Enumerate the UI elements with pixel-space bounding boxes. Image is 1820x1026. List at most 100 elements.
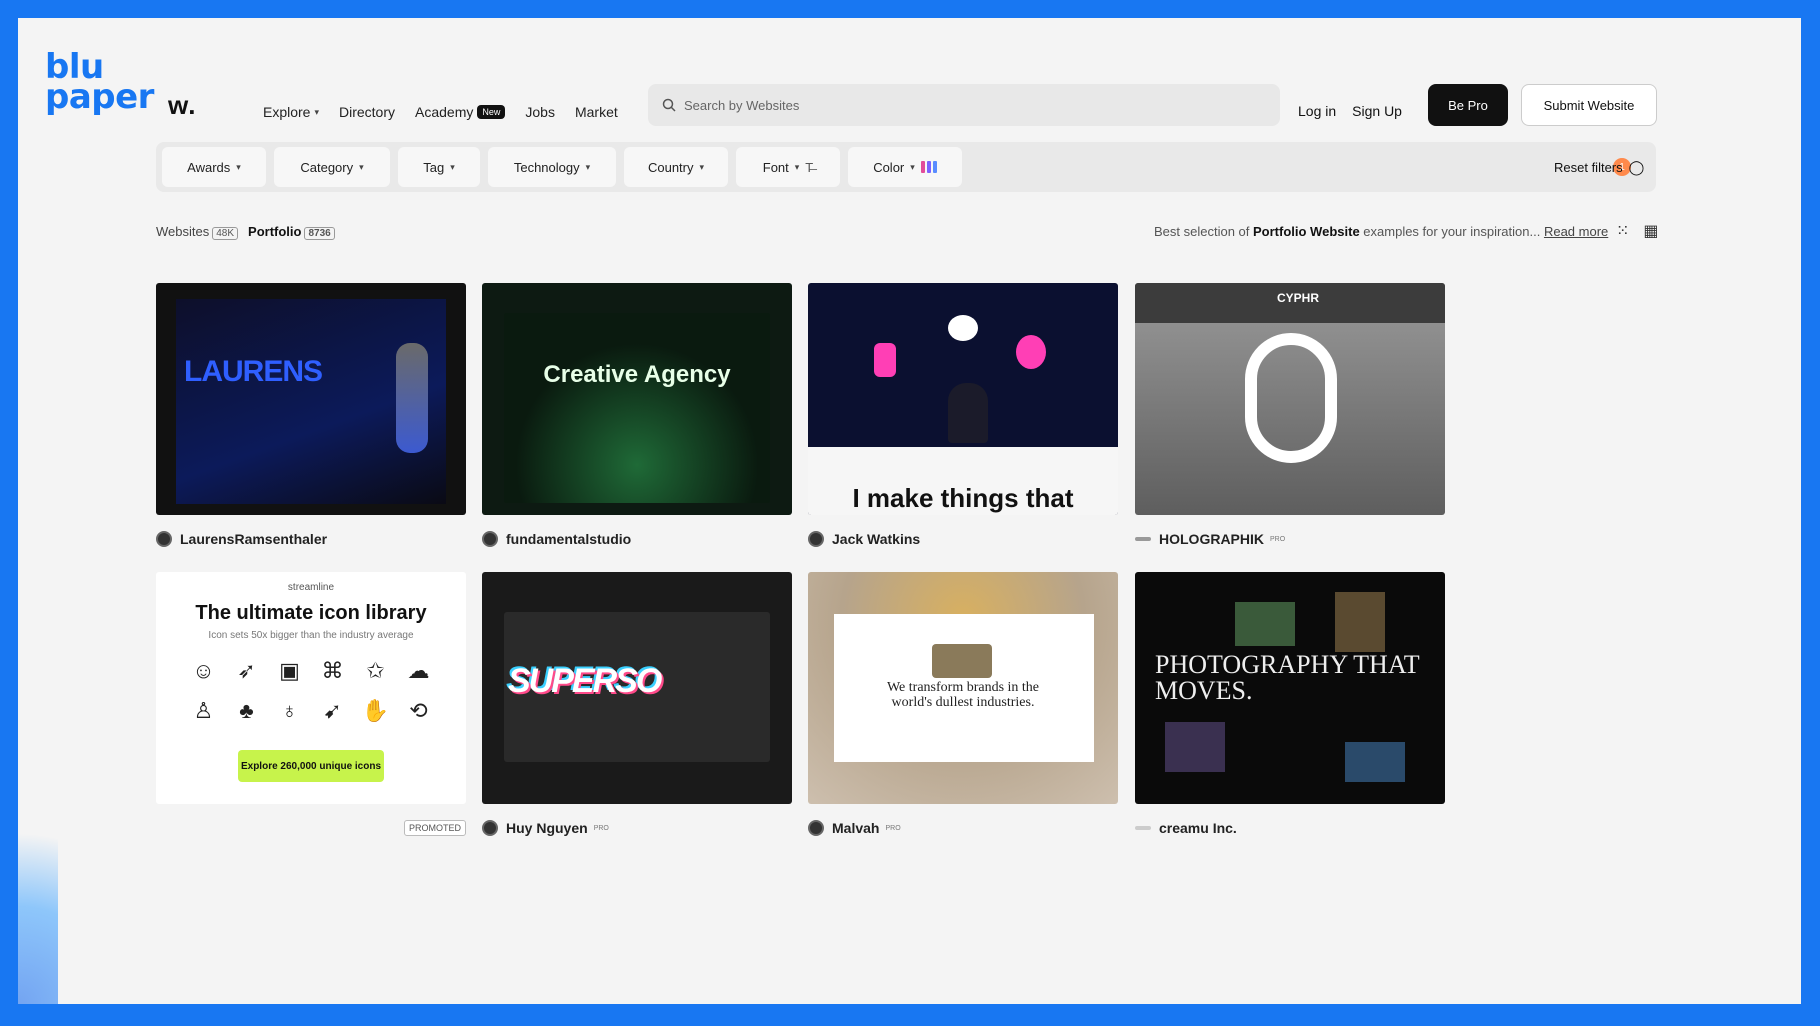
- read-more-link[interactable]: Read more: [1544, 224, 1608, 239]
- tab-portfolio[interactable]: Portfolio 8736: [248, 224, 335, 240]
- hand-icon: ✋: [361, 698, 390, 723]
- chevron-down-icon: ▾: [910, 161, 915, 172]
- card-thumbnail[interactable]: SUPERSO: [482, 572, 792, 804]
- author-name: creamu Inc.: [1159, 820, 1237, 836]
- tab-portfolio-label: Portfolio: [248, 224, 302, 239]
- avatar: [482, 531, 498, 547]
- explore-icons-button[interactable]: Explore 260,000 unique icons: [238, 750, 384, 782]
- filter-country[interactable]: Country ▾: [624, 147, 728, 187]
- card-author[interactable]: fundamentalstudio: [482, 531, 792, 547]
- thumb-title: PHOTOGRAPHY THAT MOVES.: [1155, 650, 1420, 705]
- chevron-down-icon: ▾: [699, 161, 705, 172]
- section-description: Best selection of Portfolio Website exam…: [1154, 224, 1608, 239]
- thumb-title: I make things that: [852, 483, 1074, 513]
- card-thumbnail[interactable]: I make things that: [808, 283, 1118, 515]
- card-author[interactable]: Malvah PRO: [808, 820, 1118, 836]
- browser-frame: blu paper w. Explore ▾ Directory Academy…: [18, 18, 1801, 1004]
- card-thumbnail[interactable]: Creative Agency: [482, 283, 792, 515]
- filter-awards-label: Awards: [187, 159, 231, 175]
- nav-academy[interactable]: Academy New: [415, 104, 506, 120]
- nav-market[interactable]: Market: [575, 104, 618, 120]
- filter-font[interactable]: Font ▾ T̶: [736, 147, 840, 187]
- card-thumbnail[interactable]: PHOTOGRAPHY THAT MOVES.: [1135, 572, 1445, 804]
- chevron-down-icon: ▾: [359, 161, 364, 172]
- photo-tile: [1165, 722, 1225, 772]
- chevron-down-icon: ▾: [236, 161, 241, 172]
- card-author[interactable]: Jack Watkins: [808, 531, 1118, 547]
- author-name: fundamentalstudio: [506, 531, 632, 547]
- login-link[interactable]: Log in: [1298, 103, 1336, 119]
- chat-icon: ☺: [192, 658, 215, 683]
- nav-jobs-label: Jobs: [525, 104, 555, 120]
- filter-country-label: Country: [647, 159, 694, 175]
- filter-technology[interactable]: Technology ▾: [488, 147, 616, 187]
- search-input[interactable]: [684, 97, 1244, 113]
- font-icon: T̶: [805, 159, 814, 175]
- palette-figure: [948, 315, 978, 341]
- command-icon: ⌘: [321, 658, 344, 683]
- thumb-title: SUPERSO: [508, 662, 662, 700]
- portfolio-card[interactable]: SUPERSO Huy Nguyen PRO: [482, 572, 792, 836]
- filter-awards[interactable]: Awards ▾: [162, 147, 266, 187]
- submit-website-button[interactable]: Submit Website: [1521, 84, 1657, 126]
- be-pro-button[interactable]: Be Pro: [1428, 84, 1508, 126]
- filter-tag-label: Tag: [423, 159, 445, 175]
- arrow-icon: ➹: [323, 698, 342, 723]
- nav-explore-label: Explore: [263, 104, 311, 120]
- character-figure: [396, 343, 428, 453]
- type-tabs: Websites 48K Portfolio 8736: [156, 224, 335, 240]
- nav-explore[interactable]: Explore ▾: [263, 104, 319, 120]
- blupaper-logo: blu paper: [45, 50, 154, 114]
- portfolio-card[interactable]: I make things that Jack Watkins: [808, 283, 1118, 547]
- filter-color[interactable]: Color ▾: [848, 147, 962, 187]
- filter-tag[interactable]: Tag ▾: [398, 147, 480, 187]
- portfolio-card[interactable]: CYPHR HOLOGRAPHIK PRO: [1135, 283, 1445, 547]
- author-name: LaurensRamsenthaler: [180, 531, 328, 547]
- signup-link[interactable]: Sign Up: [1352, 103, 1402, 119]
- frame-decoration: [18, 764, 58, 1004]
- card-thumbnail[interactable]: We transform brands in the world's dulle…: [808, 572, 1118, 804]
- card-author[interactable]: HOLOGRAPHIK PRO: [1135, 531, 1445, 547]
- avatar: [808, 531, 824, 547]
- card-author[interactable]: LaurensRamsenthaler: [156, 531, 466, 547]
- user-icon: ♙: [193, 698, 214, 723]
- filter-category[interactable]: Category ▾: [274, 147, 390, 187]
- promo-brand: streamline: [287, 582, 335, 593]
- grid-small-icon[interactable]: ⁙: [1616, 221, 1629, 241]
- grid-large-icon[interactable]: ▦: [1643, 221, 1658, 241]
- portfolio-card[interactable]: LAURENS LaurensRamsenthaler: [156, 283, 466, 547]
- portfolio-card[interactable]: Creative Agency fundamentalstudio: [482, 283, 792, 547]
- search-bar[interactable]: [648, 84, 1280, 126]
- card-icon: ▣: [279, 658, 300, 683]
- avatar: [156, 531, 172, 547]
- card-thumbnail[interactable]: streamline The ultimate icon library Ico…: [156, 572, 466, 804]
- desc-prefix: Best selection of: [1154, 224, 1250, 239]
- portfolio-card[interactable]: We transform brands in the world's dulle…: [808, 572, 1118, 836]
- view-toggle: ⁙ ▦: [1616, 221, 1659, 241]
- ufo-icon: ♁: [281, 698, 298, 723]
- desc-suffix: examples for your inspiration...: [1363, 224, 1541, 239]
- nav-directory-label: Directory: [339, 104, 396, 120]
- card-thumbnail[interactable]: CYPHR: [1135, 283, 1445, 515]
- card-thumbnail[interactable]: LAURENS: [156, 283, 466, 515]
- icon-grid: ☺ ➶ ▣ ⌘ ✩ ☁ ♙ ♣ ♁ ➹ ✋ ⟲: [182, 658, 440, 724]
- site-logo[interactable]: w.: [168, 90, 196, 121]
- tab-websites[interactable]: Websites 48K: [156, 224, 239, 240]
- color-swatch-icon: [920, 161, 937, 173]
- card-author[interactable]: creamu Inc.: [1135, 820, 1445, 836]
- comment-icon: ◯: [1628, 158, 1645, 175]
- websites-count: 48K: [212, 227, 239, 240]
- promoted-card[interactable]: streamline The ultimate icon library Ico…: [156, 572, 466, 836]
- author-name: HOLOGRAPHIK: [1159, 531, 1264, 547]
- card-author[interactable]: Huy Nguyen PRO: [482, 820, 792, 836]
- avatar: [808, 820, 824, 836]
- nav-directory[interactable]: Directory: [339, 104, 395, 120]
- nav-academy-label: Academy: [415, 104, 474, 120]
- nav-jobs[interactable]: Jobs: [525, 104, 555, 120]
- avatar: [1135, 826, 1151, 830]
- reset-filters-button[interactable]: Reset filters ◯: [1554, 148, 1664, 186]
- portfolio-card[interactable]: PHOTOGRAPHY THAT MOVES. creamu Inc.: [1135, 572, 1445, 836]
- promo-subtitle: Icon sets 50x bigger than the industry a…: [208, 630, 414, 641]
- thumb-title: CYPHR: [1277, 291, 1320, 305]
- pro-badge: PRO: [593, 824, 609, 832]
